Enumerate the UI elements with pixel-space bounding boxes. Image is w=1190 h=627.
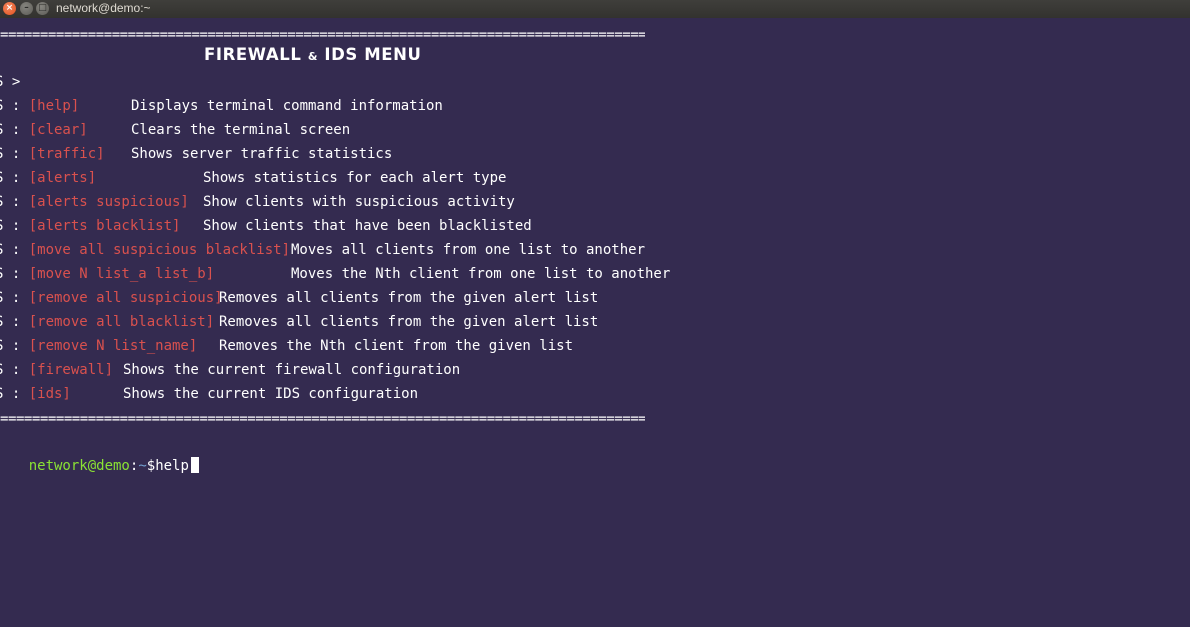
entry-prefix: S : [0,386,21,402]
bottom-rule: ========================================… [0,412,645,426]
command-description: Clears the terminal screen [131,122,351,138]
command-description: Displays terminal command information [131,98,443,114]
menu-title-left: FIREWALL [204,45,302,64]
command-name: [remove all suspicious] [28,290,223,306]
command-name: [move all suspicious blacklist] [28,242,291,258]
text-cursor [190,457,199,473]
command-entry: S : [remove all suspicious]Removes all c… [0,286,695,310]
entry-prefix: S : [0,338,21,354]
menu-title-right: IDS MENU [324,45,422,64]
command-description: Removes all clients from the given alert… [219,314,599,330]
command-name: [alerts blacklist] [28,218,181,234]
command-entry: S : [help] Displays terminal command info… [0,94,695,118]
menu-title: FIREWALL & IDS MENU [204,45,422,64]
entry-prefix: S : [0,98,21,114]
entry-prefix: S : [0,194,21,210]
window-titlebar: × – □ network@demo:~ [0,0,1190,18]
command-description: Shows the current IDS configuration [123,386,419,402]
command-description: Removes the Nth client from the given li… [219,338,574,354]
command-name: [alerts] [28,170,97,186]
prompt-input[interactable]: help [155,458,189,474]
entry-prefix: S : [0,266,21,282]
command-entry: S : [move all suspicious blacklist]Moves… [0,238,695,262]
command-entry: S : [alerts] Shows statistics for each al… [0,166,695,190]
command-entry: S : [remove N list_name] Removes the Nth … [0,334,695,358]
maximize-window-icon[interactable]: □ [36,2,49,15]
entry-prefix: S : [0,290,21,306]
menu-title-amp: & [307,50,319,63]
command-entry: S : [alerts suspicious] Show clients with… [0,190,695,214]
command-entry: S : [ids] Shows the current IDS configura… [0,382,695,406]
command-entry: S : [alerts blacklist] Show clients that … [0,214,695,238]
prompt-line: S > [0,74,21,90]
command-name: [ids] [28,386,71,402]
command-name: [move N list_a list_b] [28,266,215,282]
top-rule: ========================================… [0,28,645,42]
command-description: Removes all clients from the given alert… [219,290,599,306]
close-window-icon[interactable]: × [3,2,16,15]
command-entry: S : [remove all blacklist]Removes all cl… [0,310,695,334]
prompt-dollar: $ [146,458,156,474]
command-entry: S : [firewall] Shows the current firewall… [0,358,695,382]
entry-prefix: S : [0,362,21,378]
prompt-user-host: network@demo [28,458,130,474]
minimize-window-icon[interactable]: – [20,2,33,15]
window-title: network@demo:~ [56,1,151,15]
command-name: [remove N list_name] [28,338,198,354]
command-name: [help] [28,98,80,114]
prompt-path: ~ [138,458,147,474]
command-entry: S : [move N list_a list_b] Moves the Nth … [0,262,695,286]
entry-prefix: S : [0,242,21,258]
command-description: Show clients with suspicious activity [203,194,515,210]
command-entry: S : [clear] Clears the terminal screen [0,118,695,142]
entry-prefix: S : [0,146,21,162]
command-description: Shows server traffic statistics [131,146,393,162]
command-description: Show clients that have been blacklisted [203,218,532,234]
command-description: Moves the Nth client from one list to an… [291,266,671,282]
command-entry: S : [traffic] Shows server traffic statis… [0,142,695,166]
entry-prefix: S : [0,122,21,138]
terminal-area[interactable]: ========================================… [0,18,1190,627]
shell-prompt[interactable]: network@demo:~$help [0,430,199,474]
command-description: Shows statistics for each alert type [203,170,507,186]
command-description: Moves all clients from one list to anoth… [291,242,646,258]
command-name: [clear] [28,122,88,138]
entry-prefix: S : [0,218,21,234]
command-description: Shows the current firewall configuration [123,362,461,378]
command-name: [traffic] [28,146,105,162]
entry-prefix: S : [0,314,21,330]
entry-prefix: S : [0,170,21,186]
command-name: [firewall] [28,362,114,378]
command-name: [remove all blacklist] [28,314,215,330]
command-name: [alerts suspicious] [28,194,189,210]
